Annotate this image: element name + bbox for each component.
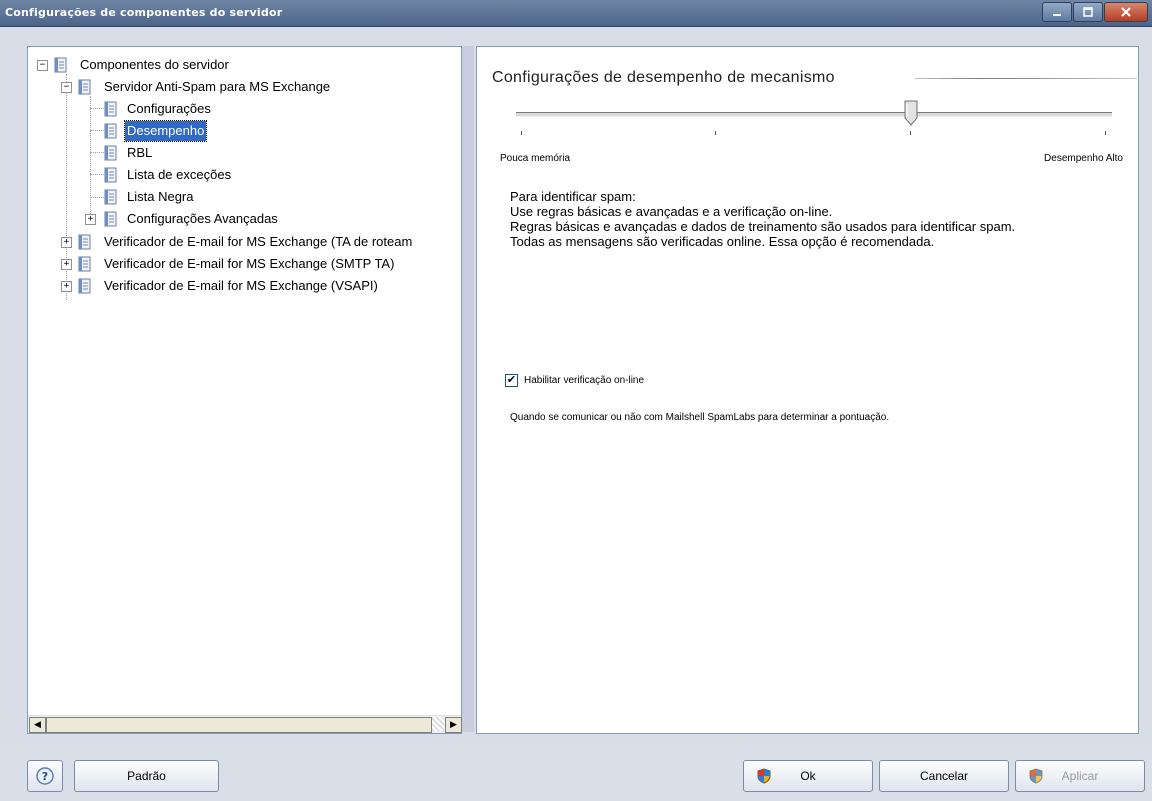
component-icon [54,57,67,73]
online-check-help-text: Quando se comunicar ou não com Mailshell… [510,412,890,423]
description-line: Use regras básicas e avançadas e a verif… [510,204,833,219]
page-icon [104,167,117,183]
ok-button[interactable]: Ok [743,760,873,792]
tree-item-email-scanner-smtp[interactable]: + Verificador de E-mail for MS Exchange … [28,254,461,274]
help-button[interactable]: ? [27,760,63,792]
tree-item-configuracoes[interactable]: Configurações [28,99,461,119]
tree-panel: − Componentes do servidor − Servidor Ant… [27,46,462,734]
title-divider [915,78,1137,79]
window-controls [1041,2,1148,22]
tree-item-label: Configurações [127,101,211,116]
horizontal-scrollbar[interactable]: ◀ ▶ [28,715,462,733]
shield-icon [757,768,771,784]
settings-panel: Configurações de desempenho de mecanismo… [476,46,1139,734]
expand-icon[interactable]: + [61,237,72,248]
component-icon [78,234,91,250]
close-button[interactable] [1104,2,1148,22]
tree-item-label: Lista Negra [127,189,194,204]
tree-item-root[interactable]: − Componentes do servidor [28,55,461,75]
maximize-button[interactable] [1073,2,1103,22]
component-icon [78,79,91,95]
component-tree[interactable]: − Componentes do servidor − Servidor Ant… [28,47,461,709]
tree-item-label: Componentes do servidor [80,57,229,72]
tree-item-lista-excecoes[interactable]: Lista de exceções [28,165,461,185]
expand-icon[interactable]: + [61,281,72,292]
tree-item-label: Verificador de E-mail for MS Exchange (V… [104,278,378,293]
slider-min-label: Pouca memória [500,153,571,164]
online-check-checkbox[interactable]: ✔ [505,374,518,387]
shield-icon [1029,768,1043,784]
help-glyph: ? [42,770,48,783]
performance-description: Para identificar spam: Use regras básica… [510,189,1015,249]
tree-item-label: Servidor Anti-Spam para MS Exchange [104,79,331,94]
online-check-label[interactable]: Habilitar verificação on-line [524,375,644,386]
settings-window: Configurações de componentes do servidor [0,0,1152,801]
page-icon [104,145,117,161]
slider-track[interactable] [516,112,1112,117]
slider-thumb[interactable] [904,100,918,126]
tree-item-lista-negra[interactable]: Lista Negra [28,187,461,207]
component-icon [78,256,91,272]
description-line: Para identificar spam: [510,189,636,204]
tree-item-label: Lista de exceções [127,167,232,182]
cancel-button-label: Cancelar [919,769,969,783]
collapse-icon[interactable]: − [37,60,48,71]
description-line: Todas as mensagens são verificadas onlin… [510,234,935,249]
tree-item-desempenho[interactable]: Desempenho [28,120,461,142]
tree-item-label: Verificador de E-mail for MS Exchange (T… [104,234,413,249]
default-button[interactable]: Padrão [74,760,219,792]
scrollbar-thumb[interactable] [46,717,432,733]
slider-tick [521,131,522,135]
tree-item-label-selected: Desempenho [123,120,208,142]
tree-item-email-scanner-routing[interactable]: + Verificador de E-mail for MS Exchange … [28,232,461,252]
button-bar: ? Padrão Ok Cancelar Aplicar [0,743,1152,801]
component-icon [78,278,91,294]
tree-item-email-scanner-vsapi[interactable]: + Verificador de E-mail for MS Exchange … [28,276,461,296]
apply-button-label: Aplicar [1061,769,1099,783]
slider-max-label: Desempenho Alto [1044,153,1123,164]
description-line: Regras básicas e avançadas e dados de tr… [510,219,1016,234]
tree-item-label: Configurações Avançadas [127,211,278,226]
scrollbar-track[interactable] [432,717,444,731]
tree-item-label: Verificador de E-mail for MS Exchange (S… [104,256,395,271]
scroll-right-button[interactable]: ▶ [445,717,462,733]
panel-splitter[interactable] [462,46,474,732]
slider-tick [1105,131,1106,135]
maximize-icon [1083,7,1093,17]
expand-icon[interactable]: + [61,259,72,270]
tree-item-label: RBL [127,145,153,160]
help-icon: ? [36,767,54,785]
minimize-button[interactable] [1042,2,1072,22]
ok-button-label: Ok [800,769,816,783]
apply-button[interactable]: Aplicar [1015,760,1145,792]
tree-item-anti-spam-server[interactable]: − Servidor Anti-Spam para MS Exchange [28,77,461,97]
close-icon [1121,7,1131,17]
page-icon [104,101,117,117]
page-icon [104,211,117,227]
scroll-left-button[interactable]: ◀ [29,717,46,733]
page-icon [104,123,117,139]
tree-item-rbl[interactable]: RBL [28,143,461,163]
window-title: Configurações de componentes do servidor [5,6,283,19]
page-icon [104,189,117,205]
cancel-button[interactable]: Cancelar [879,760,1009,792]
minimize-icon [1053,14,1061,16]
title-bar: Configurações de componentes do servidor [0,0,1152,27]
panel-title: Configurações de desempenho de mecanismo [492,69,835,86]
collapse-icon[interactable]: − [61,82,72,93]
default-button-label: Padrão [127,769,166,783]
slider-tick [910,131,911,135]
expand-icon[interactable]: + [85,214,96,225]
slider-tick [715,131,716,135]
tree-item-configuracoes-avancadas[interactable]: + Configurações Avançadas [28,209,461,229]
